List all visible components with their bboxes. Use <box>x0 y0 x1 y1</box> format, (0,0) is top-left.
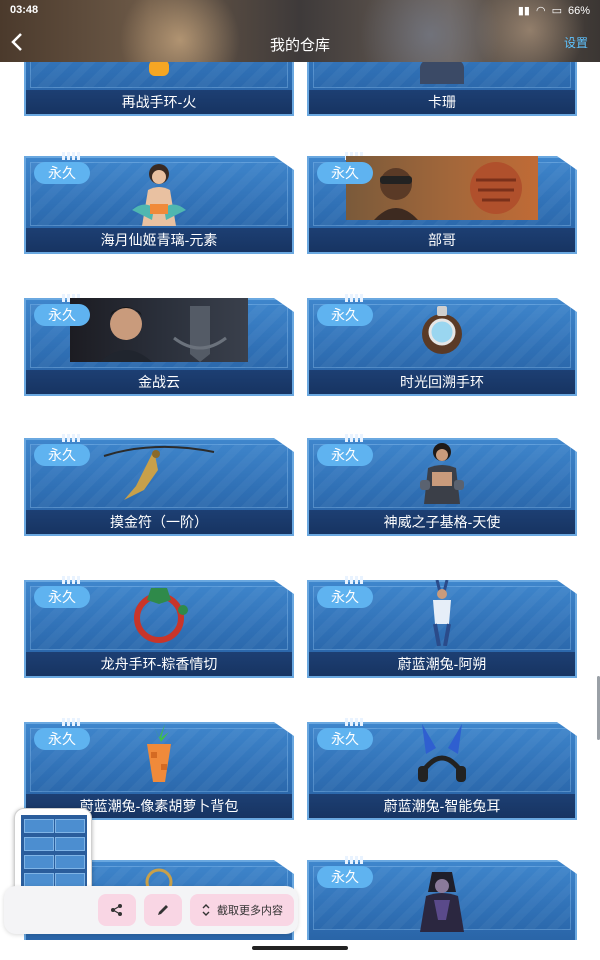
item-card[interactable]: 永久 摸金符（一阶） <box>24 430 294 536</box>
card-notches <box>345 434 367 442</box>
item-card[interactable]: 永久 时光回溯手环 <box>307 290 577 396</box>
card-label: 再战手环-火 <box>121 94 197 110</box>
item-card[interactable]: 永久 龙舟手环-粽香情切 <box>24 572 294 678</box>
dragon-bracelet-art <box>129 580 189 646</box>
card-label: 蔚蓝潮兔-智能兔耳 <box>383 798 501 814</box>
permanent-badge: 永久 <box>34 162 90 184</box>
share-button[interactable] <box>98 894 136 926</box>
card-label: 时光回溯手环 <box>400 374 484 390</box>
permanent-badge: 永久 <box>317 866 373 888</box>
permanent-badge: 永久 <box>317 728 373 750</box>
item-card[interactable]: 永久 部哥 <box>307 148 577 254</box>
header: 03:48 ▮▮ ◠ ▭ 66% 我的仓库 设置 <box>0 0 600 62</box>
permanent-badge: 永久 <box>34 728 90 750</box>
card-label: 海月仙姬青璃-元素 <box>100 232 218 248</box>
battery-icon: ▭ <box>551 5 562 17</box>
card-notches <box>62 434 84 442</box>
card-notches <box>62 576 84 584</box>
item-card[interactable]: 永久 蔚蓝潮兔-阿朔 <box>307 572 577 678</box>
character-banner-art <box>346 156 538 220</box>
permanent-badge: 永久 <box>317 586 373 608</box>
permanent-badge: 永久 <box>317 444 373 466</box>
battery-level: 66% <box>567 4 590 17</box>
scroll-capture-label: 截取更多内容 <box>217 905 283 917</box>
card-label: 部哥 <box>428 232 456 248</box>
permanent-badge: 永久 <box>34 304 90 326</box>
card-notches <box>345 718 367 726</box>
character-art <box>412 871 472 932</box>
edit-button[interactable] <box>144 894 182 926</box>
scroll-capture-button[interactable]: 截取更多内容 <box>190 894 294 926</box>
carrot-backpack-art <box>139 722 179 788</box>
item-card[interactable]: 永久 蔚蓝潮兔-像素胡萝卜背包 <box>24 714 294 820</box>
card-label: 金战云 <box>138 374 180 390</box>
permanent-badge: 永久 <box>34 444 90 466</box>
card-notches <box>345 576 367 584</box>
page-title: 我的仓库 <box>269 37 330 54</box>
permanent-badge: 永久 <box>34 586 90 608</box>
status-icons: ▮▮ ◠ ▭ 66% <box>517 4 590 18</box>
card-label: 卡珊 <box>428 94 456 110</box>
status-time: 03:48 <box>10 4 39 16</box>
bunny-ears-headphones-art <box>416 720 468 788</box>
fire-bracelet-art <box>149 60 169 76</box>
card-notches <box>345 856 367 864</box>
pencil-icon <box>158 905 168 915</box>
character-art <box>124 160 194 226</box>
card-label: 摸金符（一阶） <box>110 514 208 530</box>
home-gesture-handle[interactable] <box>252 946 348 950</box>
card-notches <box>62 718 84 726</box>
card-notches <box>62 152 84 160</box>
item-card[interactable]: 永久 神威之子基格-天使 <box>307 430 577 536</box>
expand-vertical-icon <box>202 904 210 916</box>
navigation-bar <box>0 940 600 960</box>
card-label: 龙舟手环-粽香情切 <box>100 656 218 672</box>
signal-icon: ▮▮ <box>517 5 530 17</box>
item-card[interactable]: 永久 蔚蓝潮兔-智能兔耳 <box>307 714 577 820</box>
card-label: 蔚蓝潮兔-阿朔 <box>397 656 487 672</box>
settings-button[interactable]: 设置 <box>564 34 588 51</box>
card-label: 神威之子基格-天使 <box>383 514 501 530</box>
card-notches <box>345 294 367 302</box>
permanent-badge: 永久 <box>317 162 373 184</box>
screenshot-toolbar: 截取更多内容 <box>4 886 298 934</box>
share-icon <box>111 904 122 916</box>
wifi-icon: ◠ <box>535 5 546 17</box>
character-art <box>427 579 457 647</box>
item-card[interactable]: 永久 <box>307 852 577 940</box>
character-banner-art <box>70 298 248 362</box>
character-art <box>420 60 464 84</box>
amulet-art <box>94 440 224 504</box>
item-card[interactable]: 永久 金战云 <box>24 290 294 396</box>
time-bracelet-art <box>417 304 467 360</box>
character-art <box>412 440 472 504</box>
item-card[interactable]: 永久 海月仙姬青璃-元素 <box>24 148 294 254</box>
permanent-badge: 永久 <box>317 304 373 326</box>
